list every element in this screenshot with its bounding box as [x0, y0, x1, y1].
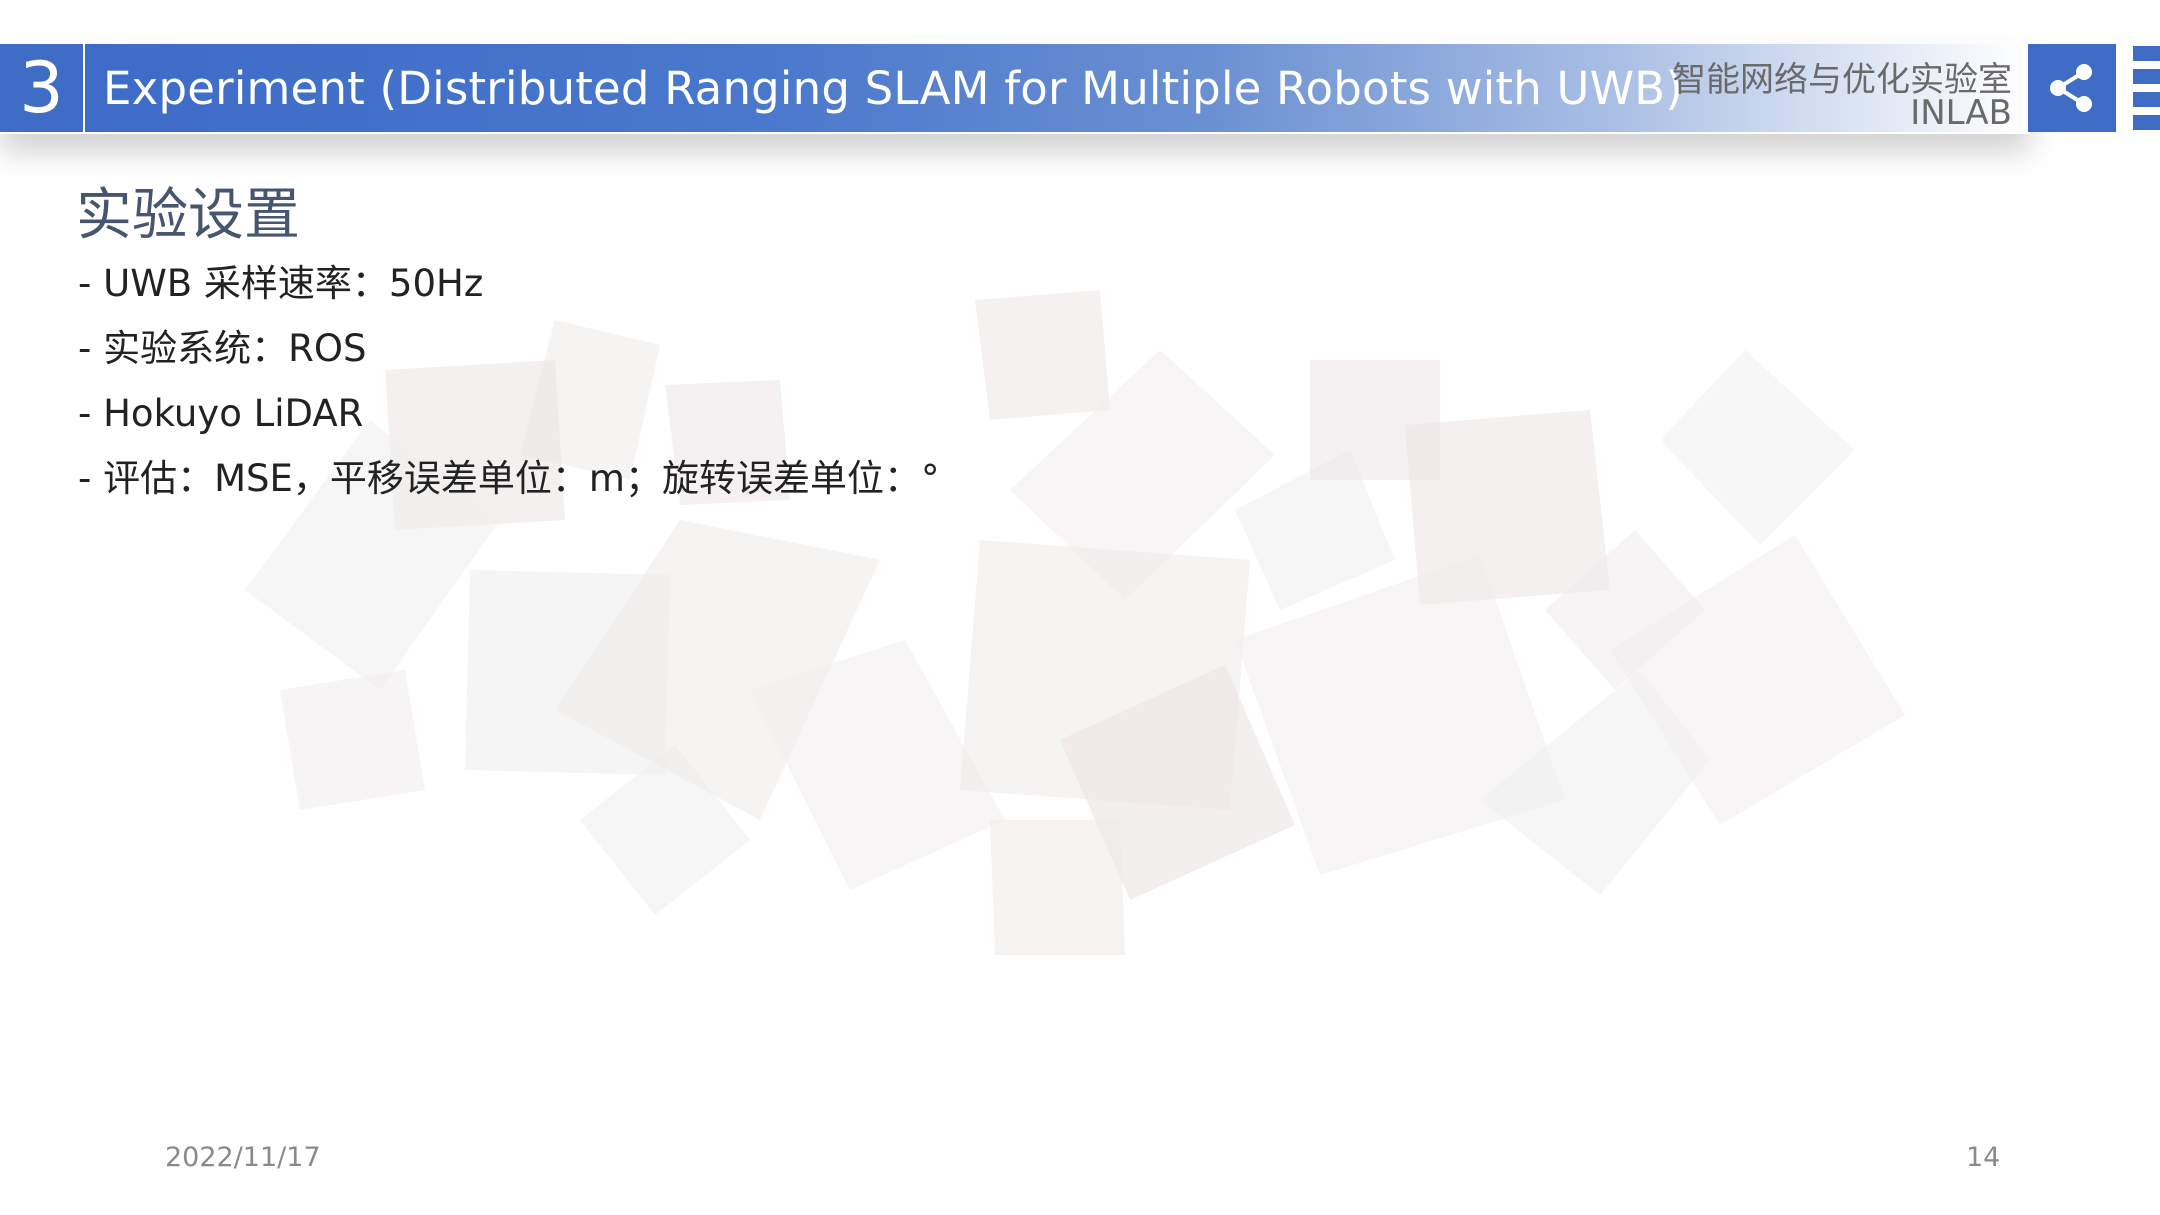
bullet-item: - Hokuyo LiDAR — [78, 392, 364, 435]
lab-name-en: INLAB — [1910, 93, 2012, 133]
page-number: 14 — [1966, 1142, 2001, 1173]
bullet-list: - UWB 采样速率：50Hz - 实验系统：ROS - Hokuyo LiDA… — [78, 262, 939, 522]
edge-bars-decoration — [2133, 46, 2160, 132]
footer-date: 2022/11/17 — [165, 1142, 321, 1173]
share-icon — [2050, 64, 2092, 112]
bullet-item: - UWB 采样速率：50Hz — [78, 262, 484, 305]
section-heading: 实验设置 — [76, 183, 300, 248]
section-number: 3 — [0, 44, 83, 132]
slide: 3 Experiment (Distributed Ranging SLAM f… — [0, 0, 2160, 1215]
share-button[interactable] — [2028, 44, 2116, 132]
slide-title: Experiment (Distributed Ranging SLAM for… — [103, 61, 1684, 115]
bullet-item: - 评估：MSE，平移误差单位：m；旋转误差单位：° — [78, 457, 940, 500]
background-squares-decoration — [245, 290, 1905, 955]
bullet-item: - 实验系统：ROS — [78, 327, 367, 370]
